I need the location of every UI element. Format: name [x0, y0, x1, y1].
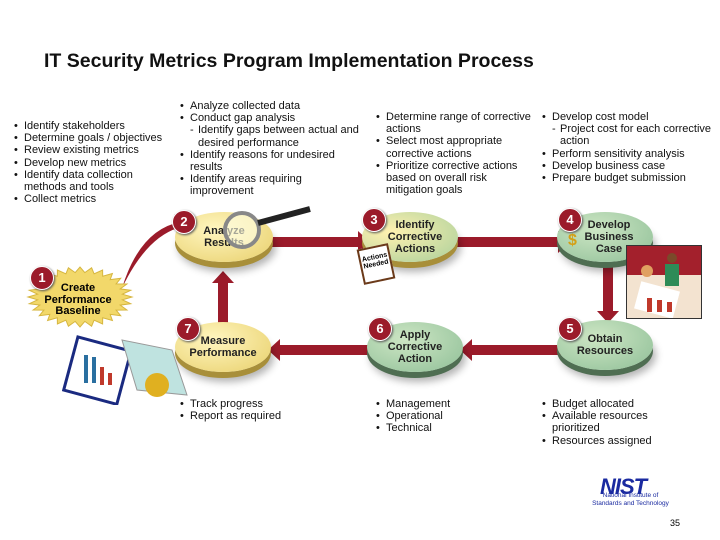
- note: Conduct gap analysis: [180, 112, 365, 124]
- step2-notes: Analyze collected data Conduct gap analy…: [180, 100, 365, 198]
- note: Identify data collection methods and too…: [14, 169, 164, 193]
- step-number: 4: [558, 208, 582, 232]
- note: Identify stakeholders: [14, 120, 164, 132]
- note: Available resources prioritized: [542, 410, 682, 434]
- note: Develop business case: [542, 160, 712, 172]
- arrow-6-7: [280, 345, 372, 355]
- note: Review existing metrics: [14, 144, 164, 156]
- step6-notes: Management Operational Technical: [376, 398, 526, 435]
- step-number: 3: [362, 208, 386, 232]
- step-label: Obtain Resources: [576, 333, 634, 357]
- step-1-label: Create Performance Baseline: [44, 282, 112, 317]
- dollar-icon: $: [568, 232, 577, 249]
- arrow-5-6: [472, 345, 567, 355]
- note: Track progress: [180, 398, 330, 410]
- note: Develop new metrics: [14, 157, 164, 169]
- note: Develop cost model: [542, 111, 712, 123]
- slide-title: IT Security Metrics Program Implementati…: [44, 50, 534, 72]
- arrow-7-2: [218, 283, 228, 323]
- step-label: Identify Corrective Actions: [387, 219, 443, 255]
- note: Identify areas requiring improvement: [180, 173, 365, 197]
- note: Collect metrics: [14, 193, 164, 205]
- step7-notes: Track progress Report as required: [180, 398, 330, 423]
- note: Identify reasons for undesired results: [180, 149, 365, 173]
- note: Perform sensitivity analysis: [542, 148, 712, 160]
- step-number: 1: [30, 266, 54, 290]
- step-number: 5: [558, 317, 582, 341]
- note: Prepare budget submission: [542, 172, 712, 184]
- reports-chart-illustration: [62, 335, 188, 405]
- note: Determine range of corrective actions: [376, 111, 536, 135]
- step4-notes: Develop cost model Project cost for each…: [542, 111, 712, 184]
- step3-notes: Determine range of corrective actions Se…: [376, 111, 536, 196]
- step5-notes: Budget allocated Available resources pri…: [542, 398, 682, 447]
- step1-notes: Identify stakeholders Determine goals / …: [14, 120, 164, 206]
- arrow-4-5: [603, 265, 613, 313]
- note: Budget allocated: [542, 398, 682, 410]
- note: Identify gaps between actual and desired…: [180, 124, 365, 148]
- note: Prioritize corrective actions based on o…: [376, 160, 536, 197]
- step-number: 2: [172, 210, 196, 234]
- nist-subtitle: National Institute of Standards and Tech…: [592, 492, 669, 507]
- magnifying-glass-icon: [223, 206, 311, 249]
- note: Report as required: [180, 410, 330, 422]
- note: Select most appropriate corrective actio…: [376, 135, 536, 159]
- note: Management: [376, 398, 526, 410]
- note: Determine goals / objectives: [14, 132, 164, 144]
- note: Project cost for each corrective action: [542, 123, 712, 147]
- note: Resources assigned: [542, 435, 682, 447]
- arrow-3-4: [455, 237, 560, 247]
- arrowhead: [212, 271, 234, 283]
- note: Analyze collected data: [180, 100, 365, 112]
- page-number: 35: [669, 518, 680, 528]
- note: Technical: [376, 422, 526, 434]
- step-label: Apply Corrective Action: [387, 329, 443, 365]
- step-number: 6: [368, 317, 392, 341]
- note: Operational: [376, 410, 526, 422]
- business-meeting-illustration: [626, 245, 702, 319]
